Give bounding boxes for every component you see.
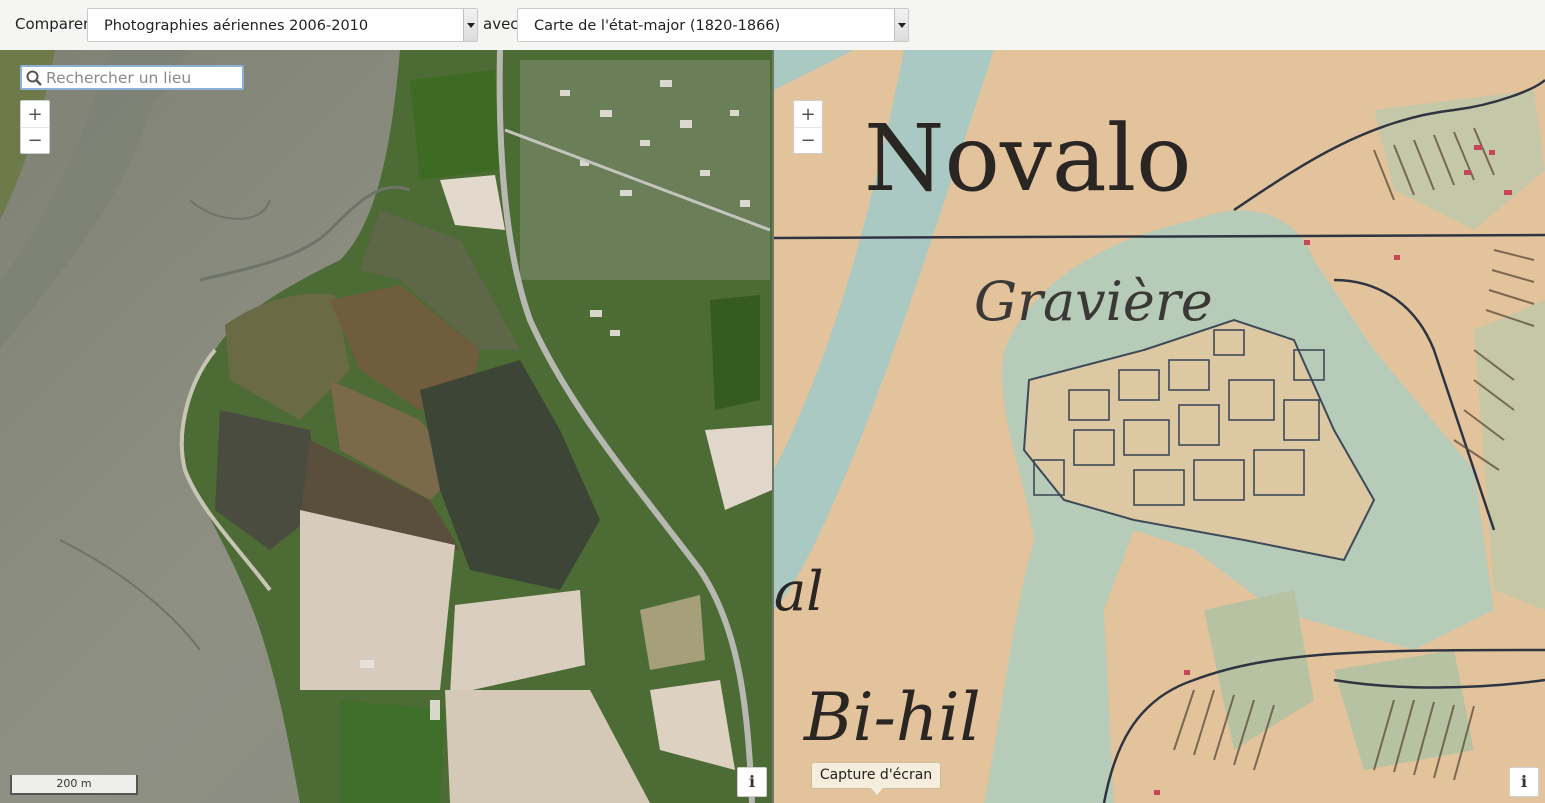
zoom-in-button[interactable]: + xyxy=(21,102,49,127)
left-info-button[interactable]: i xyxy=(737,767,767,797)
right-zoom-control: + − xyxy=(793,100,823,154)
right-info-button[interactable]: i xyxy=(1509,767,1539,797)
place-label-partial: al xyxy=(774,560,823,623)
zoom-in-button[interactable]: + xyxy=(794,102,822,127)
left-layer-select[interactable]: Photographies aériennes 2006-2010 xyxy=(87,8,478,42)
place-label-graviere: Gravière xyxy=(974,270,1213,333)
scale-bar: 200 m xyxy=(10,775,138,795)
aerial-map-imagery xyxy=(0,50,772,803)
chevron-down-icon[interactable] xyxy=(463,9,477,41)
search-input[interactable] xyxy=(46,68,236,88)
place-label-novalo: Novalo xyxy=(864,105,1192,212)
aerial-map-pane[interactable]: + − 200 m i xyxy=(0,50,772,803)
zoom-out-button[interactable]: − xyxy=(794,127,822,152)
chevron-down-icon[interactable] xyxy=(894,9,908,41)
left-zoom-control: + − xyxy=(20,100,50,154)
compare-label: Comparer xyxy=(15,15,90,33)
zoom-out-button[interactable]: − xyxy=(21,127,49,152)
screenshot-button[interactable]: Capture d'écran xyxy=(811,762,941,795)
right-layer-select[interactable]: Carte de l'état-major (1820-1866) xyxy=(517,8,909,42)
historic-map-labels: Novalo Gravière Bi-hil al xyxy=(774,105,1213,756)
place-search[interactable] xyxy=(20,65,244,90)
historic-map-pane[interactable]: Novalo Gravière Bi-hil al + − i xyxy=(774,50,1545,803)
search-icon xyxy=(26,70,42,86)
with-label: avec xyxy=(483,15,519,33)
top-toolbar: Comparer Photographies aériennes 2006-20… xyxy=(0,0,1545,50)
left-layer-select-value: Photographies aériennes 2006-2010 xyxy=(104,18,369,34)
place-label-bihil: Bi-hil xyxy=(803,679,981,756)
right-layer-select-value: Carte de l'état-major (1820-1866) xyxy=(534,18,781,34)
